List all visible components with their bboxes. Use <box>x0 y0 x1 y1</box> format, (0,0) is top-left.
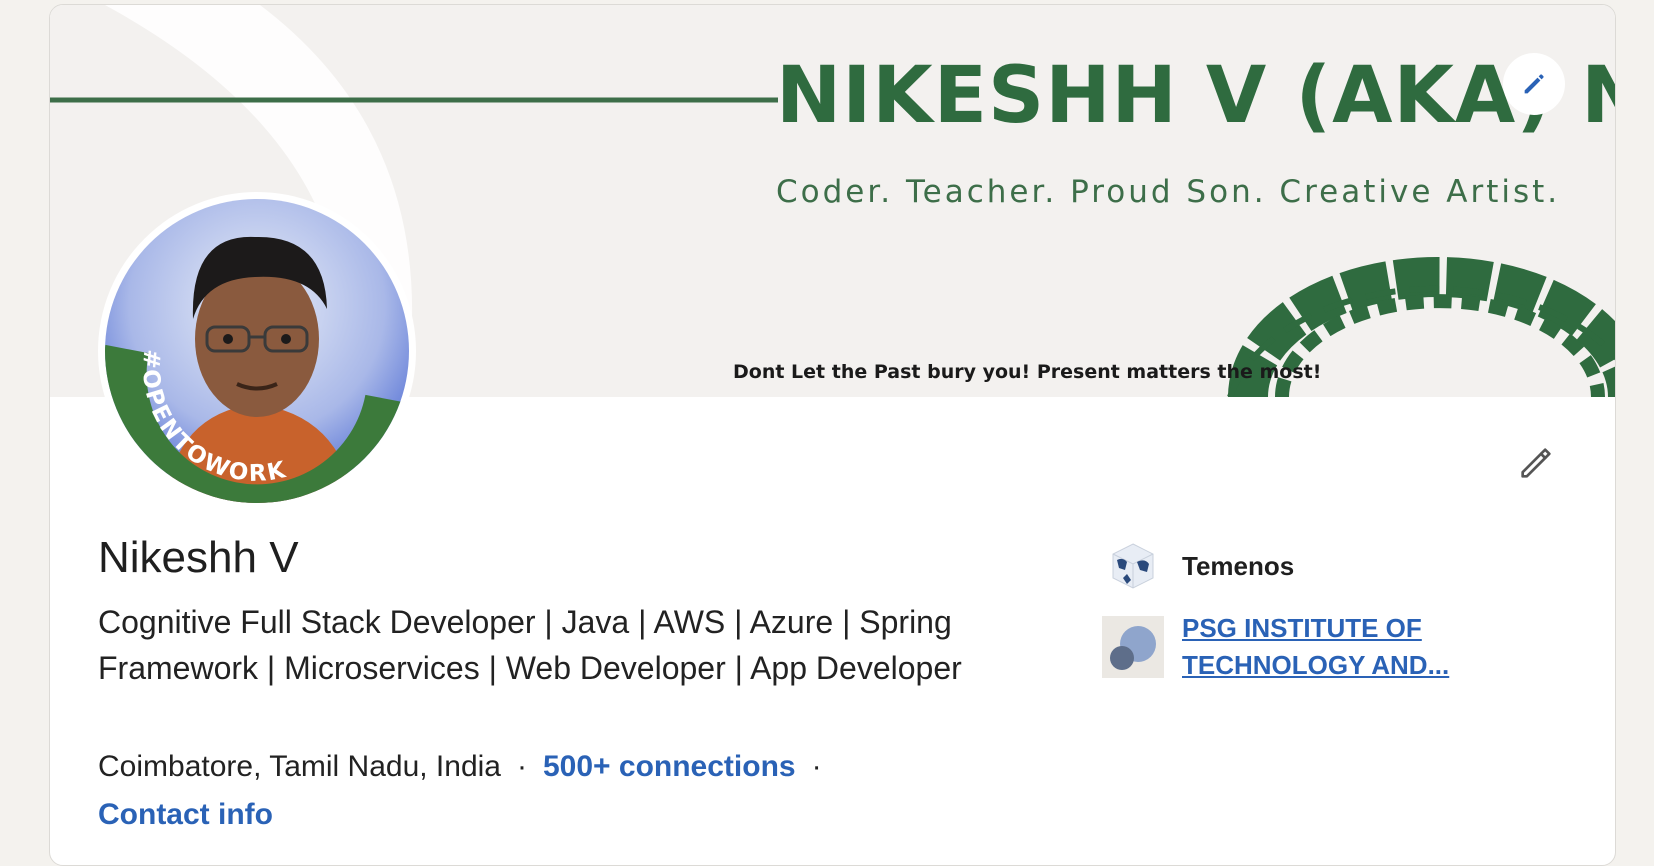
contact-info-link[interactable]: Contact info <box>98 798 273 832</box>
banner-quote: Dont Let the Past bury you! Present matt… <box>733 361 1322 383</box>
circles-logo-icon <box>1102 616 1164 678</box>
org-temenos[interactable]: Temenos <box>1102 535 1294 597</box>
separator-dot: · <box>516 750 527 783</box>
profile-photo: #OPENTOWORK <box>105 199 409 503</box>
org-name: Temenos <box>1182 550 1295 581</box>
profile-name: Nikeshh V <box>98 533 299 582</box>
avatar-frame: #OPENTOWORK <box>98 192 416 510</box>
edit-intro-button[interactable] <box>1512 439 1560 487</box>
pencil-icon <box>1521 448 1551 478</box>
globe-cube-icon <box>1102 535 1164 597</box>
separator-dot: · <box>811 750 822 783</box>
org-psg[interactable]: PSG INSTITUTE OF TECHNOLOGY AND... <box>1102 610 1482 684</box>
banner-subtitle: Coder. Teacher. Proud Son. Creative Arti… <box>776 174 1561 210</box>
banner-title: NIKESHH V (AKA) NIK <box>776 51 1615 141</box>
pencil-icon <box>1524 74 1544 94</box>
profile-headline: Cognitive Full Stack Developer | Java | … <box>98 604 962 686</box>
location-line: Coimbatore, Tamil Nadu, India · 500+ conne… <box>98 750 838 784</box>
org-name-link[interactable]: PSG INSTITUTE OF TECHNOLOGY AND... <box>1182 610 1482 684</box>
connections-link[interactable]: 500+ connections <box>543 750 796 783</box>
edit-banner-button[interactable] <box>1503 53 1565 115</box>
avatar[interactable]: #OPENTOWORK <box>105 199 409 503</box>
profile-card: NIKESHH V (AKA) NIK Coder. Teacher. Prou… <box>49 4 1616 866</box>
profile-location: Coimbatore, Tamil Nadu, India <box>98 750 501 783</box>
